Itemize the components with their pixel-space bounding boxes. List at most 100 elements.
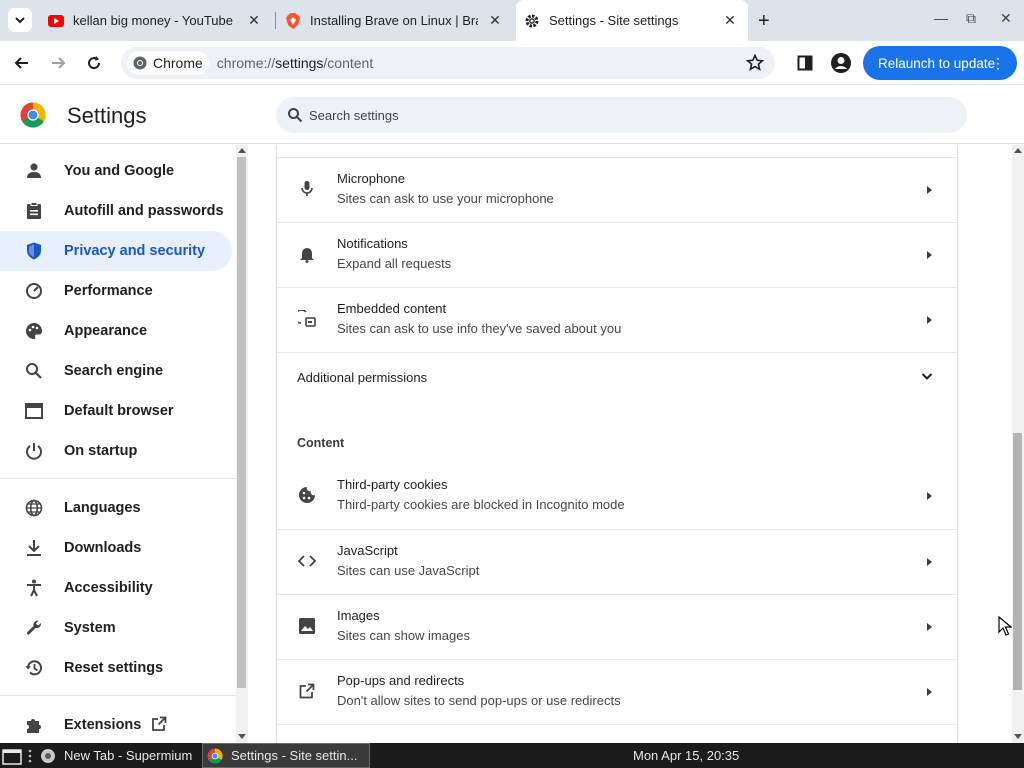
close-tab-icon[interactable]: ✕ bbox=[487, 12, 503, 28]
scroll-down-arrow-icon[interactable] bbox=[1014, 734, 1022, 739]
restore-icon[interactable]: ⧉ bbox=[966, 10, 976, 27]
arrow-right-icon bbox=[927, 492, 932, 500]
sidebar-item-label: Extensions bbox=[64, 717, 142, 733]
taskbar-item-label: Settings - Site settin... bbox=[231, 748, 358, 763]
settings-sidebar: You and Google Autofill and passwords Pr… bbox=[0, 145, 236, 743]
minimize-icon[interactable]: — bbox=[934, 10, 948, 26]
speedometer-icon bbox=[24, 281, 44, 301]
sidebar-item-label: On startup bbox=[64, 443, 138, 459]
arrow-right-icon bbox=[927, 251, 932, 259]
shield-icon bbox=[24, 241, 44, 261]
browser-toolbar: Chrome chrome://settings/content Relaunc… bbox=[0, 41, 1024, 85]
microphone-icon bbox=[297, 179, 317, 199]
sidebar-item-reset-settings[interactable]: Reset settings bbox=[0, 648, 232, 688]
tab-youtube[interactable]: kellan big money - YouTube ✕ bbox=[40, 0, 272, 41]
wrench-icon bbox=[24, 618, 44, 638]
tab-search-button[interactable] bbox=[8, 8, 32, 32]
history-icon bbox=[24, 658, 44, 678]
permission-row-notifications[interactable]: Notifications Expand all requests bbox=[277, 222, 957, 287]
main-scrollbar-thumb[interactable] bbox=[1013, 433, 1022, 690]
clipboard-icon bbox=[24, 201, 44, 221]
permission-row-microphone[interactable]: Microphone Sites can ask to use your mic… bbox=[277, 157, 957, 222]
relaunch-label: Relaunch to update bbox=[878, 55, 996, 71]
relaunch-to-update-button[interactable]: Relaunch to update ⋮ bbox=[863, 46, 1017, 80]
sidebar-item-appearance[interactable]: Appearance bbox=[0, 311, 232, 351]
additional-permissions-label: Additional permissions bbox=[297, 370, 428, 385]
sidebar-item-label: System bbox=[64, 620, 116, 636]
settings-search-input[interactable]: Search settings bbox=[276, 97, 967, 133]
scroll-down-arrow-icon[interactable] bbox=[238, 734, 246, 739]
tab-settings[interactable]: Settings - Site settings ✕ bbox=[516, 0, 748, 41]
bookmark-star-icon[interactable] bbox=[743, 51, 767, 75]
forward-icon[interactable] bbox=[46, 51, 70, 75]
close-tab-icon[interactable]: ✕ bbox=[246, 12, 262, 28]
tab-brave[interactable]: Installing Brave on Linux | Bra ✕ bbox=[277, 0, 513, 41]
sidebar-item-accessibility[interactable]: Accessibility bbox=[0, 568, 232, 608]
sidebar-item-on-startup[interactable]: On startup bbox=[0, 431, 232, 471]
sidebar-item-autofill[interactable]: Autofill and passwords bbox=[0, 191, 232, 231]
sidebar-item-languages[interactable]: Languages bbox=[0, 488, 232, 528]
code-icon bbox=[297, 551, 317, 571]
chevron-down-icon bbox=[15, 17, 25, 24]
profile-avatar-icon[interactable] bbox=[829, 51, 853, 75]
sidebar-item-system[interactable]: System bbox=[0, 608, 232, 648]
tab-title: Settings - Site settings bbox=[549, 13, 679, 28]
content-row-partial[interactable] bbox=[277, 724, 957, 743]
site-chip-label: Chrome bbox=[153, 55, 203, 71]
permission-row-embedded-content[interactable]: Embedded content Sites can ask to use in… bbox=[277, 287, 957, 352]
accessibility-icon bbox=[24, 578, 44, 598]
sidebar-item-default-browser[interactable]: Default browser bbox=[0, 391, 232, 431]
sidebar-item-extensions[interactable]: Extensions bbox=[0, 705, 232, 745]
sidebar-item-privacy-and-security[interactable]: Privacy and security bbox=[0, 231, 232, 271]
site-info-chip[interactable]: Chrome bbox=[127, 51, 209, 75]
scroll-up-arrow-icon[interactable] bbox=[238, 148, 246, 153]
row-subtitle: Sites can use JavaScript bbox=[337, 563, 480, 578]
search-icon bbox=[288, 108, 303, 123]
supermium-icon bbox=[41, 748, 55, 763]
taskbar-clock: Mon Apr 15, 20:35 bbox=[633, 748, 740, 763]
reload-icon[interactable] bbox=[82, 51, 106, 75]
open-external-icon bbox=[152, 716, 167, 731]
sidebar-item-label: Search engine bbox=[64, 363, 164, 379]
sidebar-item-label: Autofill and passwords bbox=[64, 203, 224, 219]
side-panel-icon[interactable] bbox=[793, 51, 817, 75]
content-row-images[interactable]: Images Sites can show images bbox=[277, 594, 957, 659]
close-window-icon[interactable]: ✕ bbox=[1000, 10, 1012, 27]
sidebar-item-label: Performance bbox=[64, 283, 153, 299]
cookie-icon bbox=[297, 485, 317, 505]
sidebar-divider bbox=[0, 695, 236, 696]
row-title: Notifications bbox=[337, 236, 408, 251]
taskbar-item-label: New Tab - Supermium bbox=[64, 748, 193, 763]
tab-title: Installing Brave on Linux | Bra bbox=[310, 13, 478, 28]
sidebar-item-downloads[interactable]: Downloads bbox=[0, 528, 232, 568]
back-icon[interactable] bbox=[10, 51, 34, 75]
puzzle-icon bbox=[24, 715, 44, 735]
content-row-third-party-cookies[interactable]: Third-party cookies Third-party cookies … bbox=[277, 464, 957, 529]
globe-icon bbox=[24, 498, 44, 518]
expand-chevron-down-icon[interactable] bbox=[920, 369, 934, 383]
taskbar-item-settings[interactable]: Settings - Site settin... bbox=[202, 743, 370, 768]
address-bar[interactable]: Chrome chrome://settings/content bbox=[121, 47, 775, 79]
sidebar-item-label: Downloads bbox=[64, 540, 142, 556]
sidebar-item-search-engine[interactable]: Search engine bbox=[0, 351, 232, 391]
close-tab-icon[interactable]: ✕ bbox=[722, 12, 738, 28]
new-tab-icon[interactable]: + bbox=[758, 10, 770, 33]
content-row-popups-and-redirects[interactable]: Pop-ups and redirects Don't allow sites … bbox=[277, 659, 957, 724]
browser-window-icon bbox=[24, 401, 44, 421]
row-title: Pop-ups and redirects bbox=[337, 673, 465, 688]
sidebar-item-you-and-google[interactable]: You and Google bbox=[0, 151, 232, 191]
taskbar-item-new-tab[interactable]: New Tab - Supermium bbox=[38, 743, 200, 768]
row-title: JavaScript bbox=[337, 543, 398, 558]
row-title: Microphone bbox=[337, 171, 405, 186]
sidebar-divider bbox=[0, 478, 236, 479]
more-menu-icon: ⋮ bbox=[991, 54, 1005, 71]
content-row-javascript[interactable]: JavaScript Sites can use JavaScript bbox=[277, 529, 957, 594]
sidebar-item-performance[interactable]: Performance bbox=[0, 271, 232, 311]
site-settings-card: Microphone Sites can ask to use your mic… bbox=[276, 145, 958, 743]
sidebar-scrollbar-thumb[interactable] bbox=[237, 157, 246, 688]
app-menu-icon[interactable] bbox=[2, 743, 24, 768]
bell-icon bbox=[297, 244, 317, 264]
sidebar-item-label: Accessibility bbox=[64, 580, 153, 596]
scroll-up-arrow-icon[interactable] bbox=[1014, 148, 1022, 153]
arrow-right-icon bbox=[927, 316, 932, 324]
